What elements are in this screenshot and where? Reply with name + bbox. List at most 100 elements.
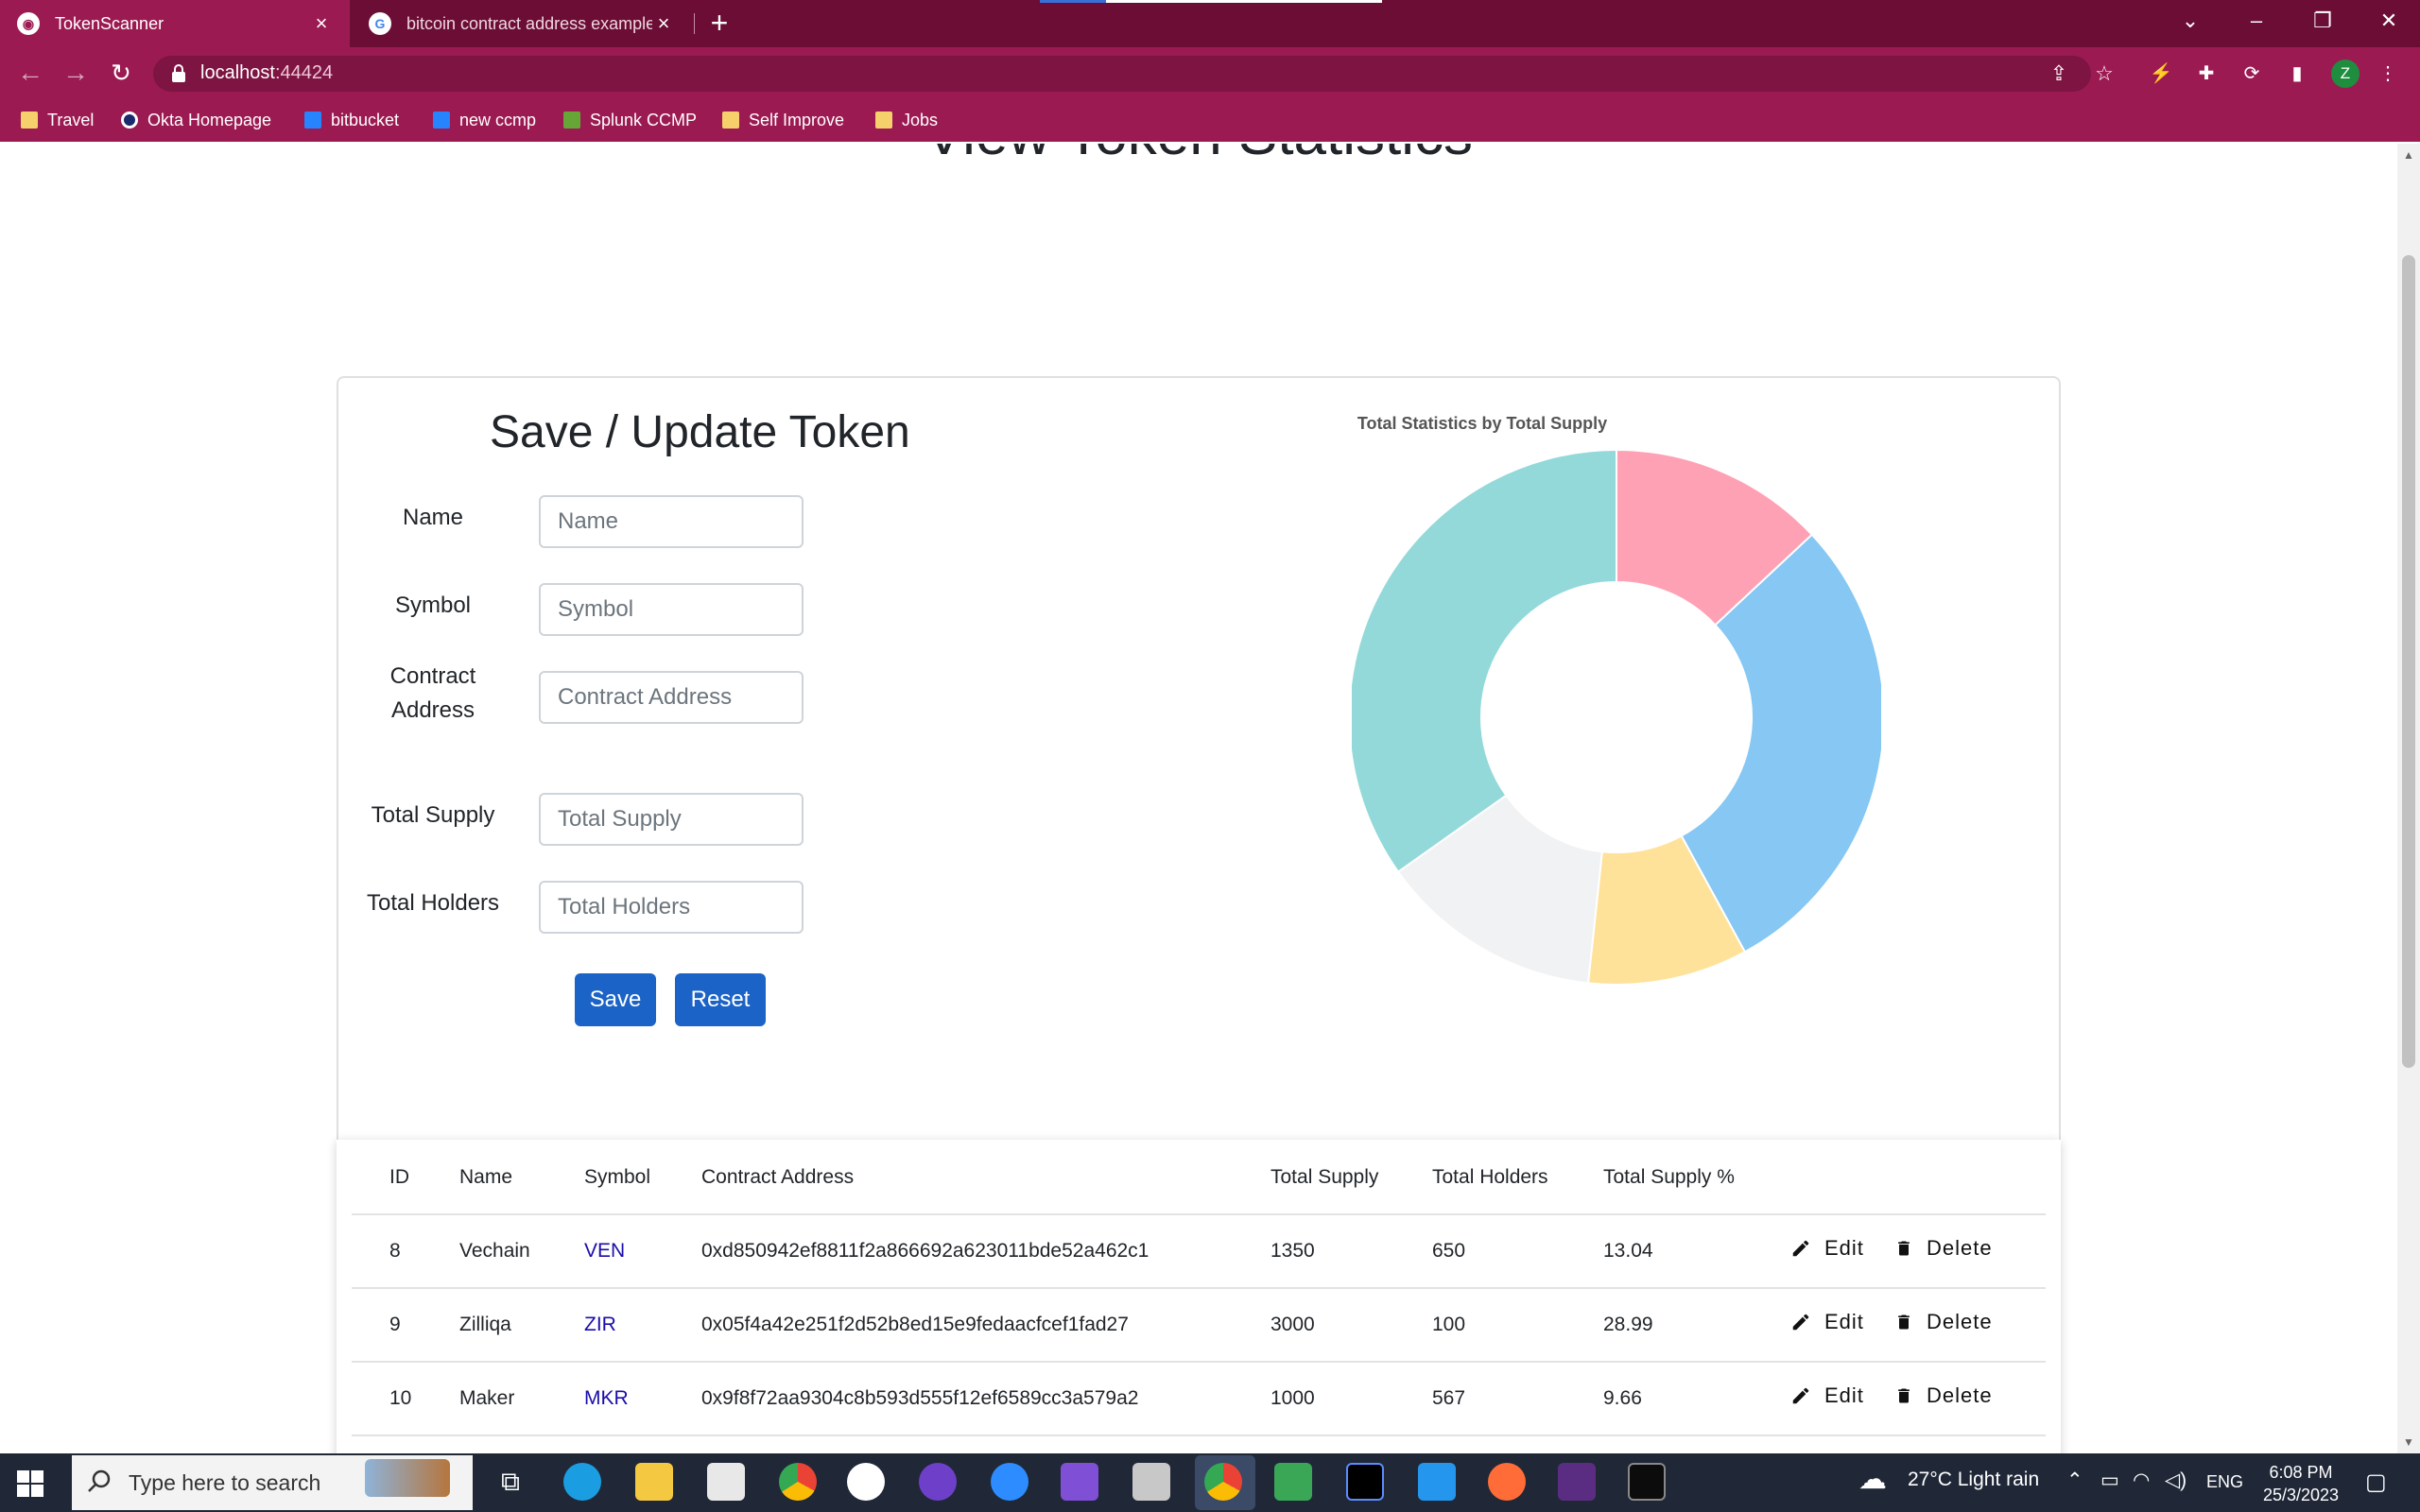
cell-supply: 3000 [1270, 1314, 1315, 1335]
reset-button[interactable]: Reset [675, 973, 766, 1026]
extensions-puzzle-icon[interactable]: ✚ [2193, 60, 2220, 87]
slack-icon[interactable] [847, 1463, 885, 1501]
close-window-icon[interactable]: ✕ [2356, 0, 2420, 43]
docker-icon[interactable] [1418, 1463, 1456, 1501]
delete-label: Delete [1927, 1383, 1993, 1407]
header-id: ID [389, 1166, 409, 1188]
github-desktop-icon[interactable] [919, 1463, 957, 1501]
cell-name: Zilliqa [459, 1314, 511, 1335]
search-highlight-image-icon[interactable] [365, 1459, 450, 1497]
bookmark-label: Travel [47, 110, 95, 129]
pencil-icon [1792, 1387, 1809, 1404]
delete-button[interactable]: Delete [1894, 1310, 1993, 1334]
bookmark-jobs[interactable]: Jobs [875, 107, 938, 133]
command-prompt-icon[interactable] [1628, 1463, 1666, 1501]
pencil-icon [1792, 1314, 1809, 1331]
table-row: 10 Maker MKR 0x9f8f72aa9304c8b593d555f12… [352, 1363, 2046, 1436]
share-icon[interactable]: ⇪ [2046, 60, 2072, 87]
minimize-icon[interactable]: – [2223, 0, 2290, 43]
new-tab-plus-icon[interactable]: + [703, 8, 735, 40]
zoom-icon[interactable] [991, 1463, 1028, 1501]
intellij-icon[interactable] [1346, 1463, 1384, 1501]
microsoft-store-icon[interactable] [707, 1463, 745, 1501]
clock[interactable]: 6:08 PM 25/3/2023 [2254, 1461, 2348, 1506]
menu-kebab-icon[interactable]: ⋮ [2375, 60, 2401, 87]
table-row: 9 Zilliqa ZIR 0x05f4a42e251f2d52b8ed15e9… [352, 1289, 2046, 1363]
scroll-down-arrow-icon[interactable]: ▼ [2401, 1435, 2416, 1450]
save-button[interactable]: Save [575, 973, 656, 1026]
cell-symbol[interactable]: ZIR [584, 1314, 616, 1336]
total-holders-label: Total Holders [366, 890, 500, 916]
mail-icon[interactable] [1132, 1463, 1170, 1501]
delete-button[interactable]: Delete [1894, 1236, 1993, 1261]
lock-icon[interactable] [170, 64, 187, 83]
edit-label: Edit [1824, 1310, 1864, 1333]
contract-address-input[interactable] [539, 671, 804, 724]
chrome-icon[interactable] [779, 1463, 817, 1501]
edit-button[interactable]: Edit [1790, 1383, 1864, 1408]
sketch-tool-icon[interactable] [1274, 1463, 1312, 1501]
edit-button[interactable]: Edit [1790, 1310, 1864, 1334]
bookmark-travel[interactable]: Travel [21, 107, 94, 133]
extension-refresh-icon[interactable]: ⟳ [2238, 60, 2265, 87]
total-holders-input[interactable] [539, 881, 804, 934]
contract-address-label: Contract Address [338, 660, 527, 728]
total-supply-input[interactable] [539, 793, 804, 846]
edit-button[interactable]: Edit [1790, 1236, 1864, 1261]
task-view-icon[interactable]: ⧉ [492, 1463, 529, 1501]
battery-icon[interactable]: ▭ [2100, 1469, 2119, 1492]
notifications-icon[interactable]: ▢ [2365, 1469, 2387, 1496]
wifi-icon[interactable]: ◠ [2133, 1469, 2150, 1492]
header-total-holders: Total Holders [1432, 1166, 1548, 1188]
restore-icon[interactable]: ❐ [2290, 0, 2356, 43]
cell-symbol[interactable]: MKR [584, 1387, 629, 1410]
clock-time: 6:08 PM [2269, 1463, 2333, 1482]
cell-symbol[interactable]: VEN [584, 1240, 625, 1263]
forward-arrow-icon[interactable]: → [60, 59, 91, 89]
chrome-active-icon[interactable] [1204, 1463, 1242, 1501]
windows-start-icon[interactable] [17, 1470, 43, 1497]
reload-icon[interactable]: ↻ [106, 59, 136, 89]
tab-google-search[interactable]: G bitcoin contract address example × [352, 0, 692, 47]
weather-cloud-icon[interactable]: ☁ [1858, 1463, 1887, 1496]
url-text[interactable]: localhost:44424 [200, 62, 333, 84]
file-explorer-icon[interactable] [635, 1463, 673, 1501]
language-indicator[interactable]: ENG [2206, 1472, 2243, 1492]
bookmark-new-ccmp[interactable]: new ccmp [433, 107, 536, 133]
donut-chart [1352, 450, 1881, 986]
cell-supply: 1000 [1270, 1387, 1315, 1409]
side-panel-icon[interactable]: ▮ [2284, 60, 2310, 87]
bookmark-self-improve[interactable]: Self Improve [722, 107, 844, 133]
tab-tokenscanner[interactable]: ◉ TokenScanner × [0, 0, 350, 47]
bookmark-splunk[interactable]: Splunk CCMP [563, 107, 697, 133]
bookmark-bitbucket[interactable]: bitbucket [304, 107, 399, 133]
bookmark-okta[interactable]: Okta Homepage [121, 107, 271, 133]
trash-icon [1898, 1241, 1910, 1256]
visual-studio-icon[interactable] [1061, 1463, 1098, 1501]
donut-slice-4[interactable] [1352, 450, 1617, 873]
edit-label: Edit [1824, 1236, 1864, 1260]
show-hidden-icons-icon[interactable]: ⌃ [2066, 1469, 2083, 1492]
volume-icon[interactable]: ◁) [2165, 1469, 2187, 1492]
scrollbar-thumb[interactable] [2402, 255, 2415, 1068]
tab-search-chevron-icon[interactable]: ⌄ [2157, 0, 2223, 43]
url-host: localhost [200, 62, 275, 83]
symbol-input[interactable] [539, 583, 804, 636]
extension-bolt-icon[interactable]: ⚡ [2148, 60, 2174, 87]
postman-icon[interactable] [1488, 1463, 1526, 1501]
delete-button[interactable]: Delete [1894, 1383, 1993, 1408]
weather-text[interactable]: 27°C Light rain [1908, 1469, 2039, 1491]
back-arrow-icon[interactable]: ← [15, 59, 45, 89]
address-bar[interactable] [153, 56, 2091, 92]
close-icon[interactable]: × [310, 11, 333, 36]
folder-icon [21, 112, 38, 129]
scroll-up-arrow-icon[interactable]: ▲ [2401, 147, 2416, 163]
taskbar-search-text: Type here to search [129, 1469, 321, 1495]
name-input[interactable] [539, 495, 804, 548]
save-update-card: Save / Update Token Name Symbol Contract… [337, 376, 2061, 1227]
profile-avatar[interactable]: Z [2331, 60, 2360, 88]
edge-browser-icon[interactable] [563, 1463, 601, 1501]
close-icon[interactable]: × [652, 11, 675, 36]
terminal-purple-icon[interactable] [1558, 1463, 1596, 1501]
bookmark-star-icon[interactable]: ☆ [2091, 60, 2118, 87]
